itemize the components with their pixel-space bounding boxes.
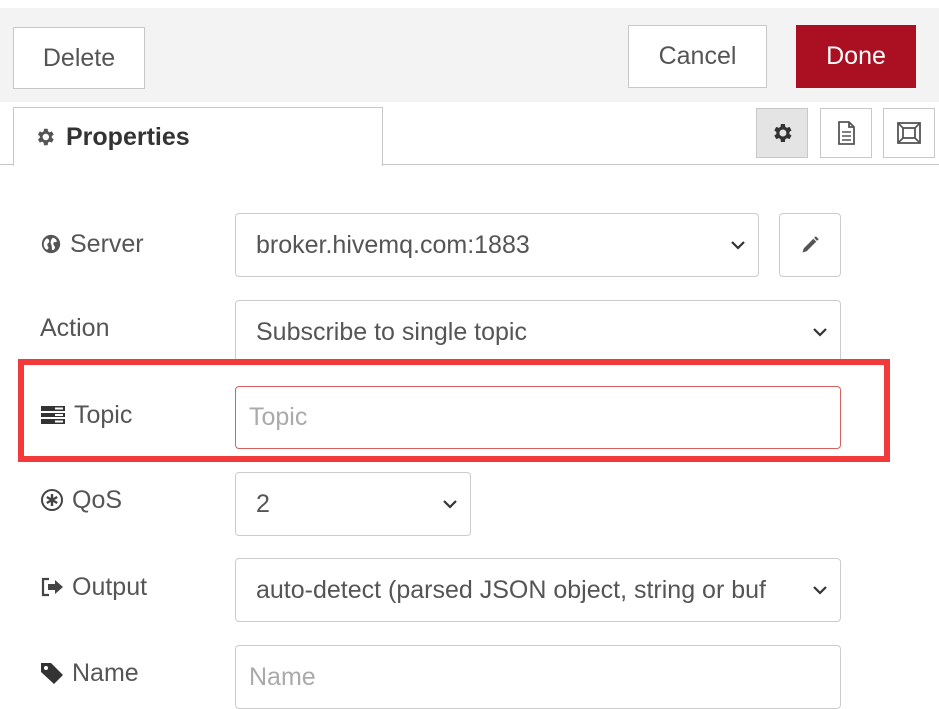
globe-icon	[41, 234, 61, 254]
tasks-icon	[41, 406, 65, 424]
server-label: Server	[40, 224, 144, 264]
tag-icon	[41, 663, 63, 684]
topic-input[interactable]	[235, 386, 841, 449]
topic-label-text: Topic	[74, 400, 133, 429]
server-label-text: Server	[70, 229, 144, 258]
sign-out-icon	[41, 577, 63, 597]
output-label-text: Output	[72, 572, 148, 601]
output-label: Output	[40, 567, 147, 607]
tab-properties[interactable]: Properties	[13, 107, 383, 166]
name-input[interactable]	[235, 645, 841, 709]
done-button[interactable]: Done	[796, 25, 916, 88]
qos-select[interactable]: 2	[235, 472, 471, 536]
frame-icon	[897, 122, 921, 144]
description-tab-button[interactable]	[820, 108, 872, 158]
topic-label: Topic	[40, 395, 132, 435]
action-select-value: Subscribe to single topic	[256, 317, 527, 346]
server-select[interactable]: broker.hivemq.com:1883	[235, 213, 759, 277]
settings-tab-button[interactable]	[756, 108, 808, 158]
action-select[interactable]: Subscribe to single topic	[235, 300, 841, 364]
output-select-value: auto-detect (parsed JSON object, string …	[256, 575, 766, 604]
action-label-text: Action	[40, 313, 110, 342]
name-label: Name	[40, 653, 139, 693]
qos-icon	[41, 489, 63, 511]
chevron-down-icon	[443, 500, 457, 509]
chevron-down-icon	[813, 586, 827, 595]
delete-button[interactable]: Delete	[13, 27, 145, 89]
qos-label-text: QoS	[72, 485, 123, 514]
top-strip	[0, 0, 939, 8]
gear-icon	[37, 128, 54, 146]
action-label: Action	[40, 308, 109, 348]
output-select[interactable]: auto-detect (parsed JSON object, string …	[235, 558, 841, 622]
server-select-value: broker.hivemq.com:1883	[256, 230, 530, 259]
document-icon	[838, 121, 855, 145]
chevron-down-icon	[813, 328, 827, 337]
tab-properties-label: Properties	[66, 122, 190, 151]
qos-select-value: 2	[256, 489, 270, 518]
gear-icon	[774, 124, 792, 142]
chevron-down-icon	[731, 241, 745, 250]
appearance-tab-button[interactable]	[883, 108, 935, 158]
qos-label: QoS	[40, 480, 122, 520]
edit-server-button[interactable]	[779, 213, 841, 277]
pencil-icon	[802, 236, 819, 253]
name-label-text: Name	[72, 658, 139, 687]
cancel-button[interactable]: Cancel	[628, 25, 767, 88]
